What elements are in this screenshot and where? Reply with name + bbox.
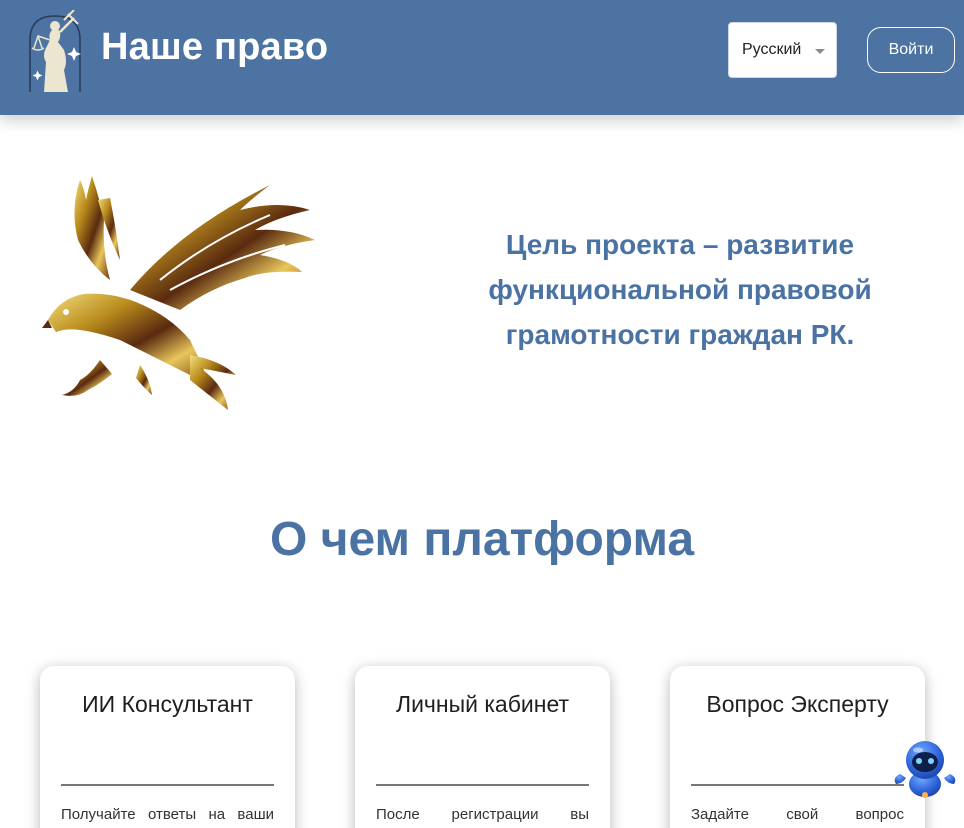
about-section-title: О чем платформа <box>269 513 695 566</box>
card-divider <box>61 784 274 786</box>
login-button[interactable]: Войти <box>867 27 955 73</box>
card-divider <box>376 784 589 786</box>
feature-card-text: Получайте ответы на ваши <box>61 806 274 823</box>
robot-assistant-icon[interactable] <box>892 738 958 800</box>
project-goal-line: Цель проекта – развитие <box>505 229 855 260</box>
top-header: Наше право Русский Войти <box>0 0 964 115</box>
project-goal-text: Цель проекта – развитие функциональной п… <box>470 222 890 357</box>
project-goal-line: функциональной правовой <box>488 274 872 305</box>
feature-card-title: ИИ Консультант <box>82 691 253 717</box>
feature-card-text: Задайте свой вопрос <box>691 806 904 823</box>
feature-card-personal-account[interactable]: Личный кабинет После регистрации вы <box>355 666 610 828</box>
feature-card-ai-consultant[interactable]: ИИ Консультант Получайте ответы на ваши <box>40 666 295 828</box>
chevron-down-icon <box>815 49 825 54</box>
feature-card-text: После регистрации вы <box>376 806 589 823</box>
feature-card-title: Личный кабинет <box>395 691 570 717</box>
themis-statue-icon[interactable] <box>24 10 86 94</box>
brand-title[interactable]: Наше право <box>101 26 328 69</box>
feature-card-ask-expert[interactable]: Вопрос Эксперту Задайте свой вопрос <box>670 666 925 828</box>
card-divider <box>691 784 904 786</box>
golden-eagle-illustration <box>42 176 315 410</box>
feature-card-title: Вопрос Эксперту <box>706 691 889 717</box>
project-goal-line: грамотности граждан РК. <box>505 319 855 350</box>
language-select-value: Русский <box>742 41 802 58</box>
language-select[interactable]: Русский <box>728 22 837 78</box>
